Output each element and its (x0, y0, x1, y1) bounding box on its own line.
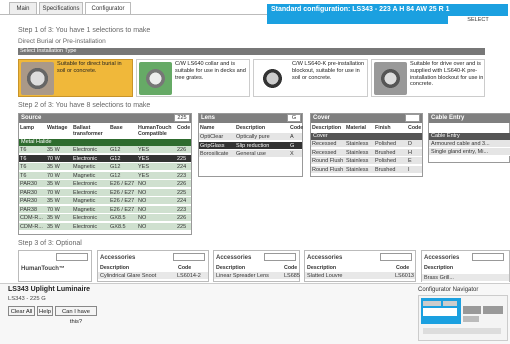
navigator-block (423, 328, 501, 334)
help-button[interactable]: Help (37, 306, 53, 316)
accessories-4-col-description: Description (424, 265, 454, 271)
accessories-4-title: Accessories (424, 255, 460, 261)
cable-entry-row[interactable]: Single gland entry, Mi... (429, 148, 510, 156)
accessories-2-col-code: Code (284, 265, 298, 271)
accessories-3-filter[interactable] (380, 253, 412, 261)
accessories-1-filter[interactable] (173, 253, 205, 261)
source-row[interactable]: CDM-R... 35 W Electronic GX8.5 NO 226 (19, 214, 191, 222)
cover-row[interactable]: Round Flush Stainless Brushed I (311, 165, 422, 174)
source-group-metal-halide: Metal Halide (19, 139, 191, 146)
accessories-2-title: Accessories (216, 255, 252, 261)
source-row[interactable]: T6 70 W Magnetic G12 YES 223 (19, 171, 191, 180)
source-row[interactable]: T6 35 W Electronic G12 YES 226 (19, 146, 191, 154)
navigator-block (463, 306, 481, 314)
col-ballast: Ballast transformer (73, 125, 103, 137)
blockout-image (256, 62, 289, 95)
cable-entry-row[interactable]: Armoured cable and 3... (429, 140, 510, 148)
configuration-banner: Standard configuration: LS343 - 223 A H … (267, 4, 508, 24)
navigator-block (423, 308, 457, 316)
cover-group: Cover (311, 133, 422, 140)
cable-entry-group: Cable Entry (429, 133, 510, 140)
install-option-blockout[interactable]: C/W LS640-K pre-installation blockout, s… (253, 59, 368, 97)
accessory-row[interactable]: Slatted Louvre LS6013 (305, 272, 415, 280)
source-row[interactable]: PAR30 70 W Electronic E26 / E27 NO 225 (19, 188, 191, 197)
tab-configurator[interactable]: Configurator (85, 2, 131, 14)
direct-burial-image (21, 62, 54, 95)
lens-filter-input[interactable]: G (287, 114, 301, 122)
lens-col-description: Description (236, 125, 266, 131)
product-code: LS343 - 225 G (8, 296, 46, 302)
cover-col-description: Description (312, 125, 342, 131)
lens-row[interactable]: GripGlass Slip reduction G (199, 141, 302, 150)
source-filter-input[interactable]: 225 (174, 114, 190, 122)
col-code: Code (177, 125, 191, 131)
cover-filter-input[interactable] (405, 114, 420, 122)
install-option-direct-burial[interactable]: Suitable for direct burial in soil or co… (18, 59, 133, 97)
lens-col-code: Code (290, 125, 304, 131)
source-panel-header: Source (19, 114, 191, 123)
source-row[interactable]: PAR38 70 W Magnetic E26 / E27 NO 223 (19, 205, 191, 214)
source-row[interactable]: T6 70 W Electronic G12 YES 225 (19, 154, 191, 163)
product-name: LS343 Uplight Luminaire (8, 286, 91, 293)
select-button[interactable]: SELECT (448, 16, 508, 24)
accessories-2-filter[interactable] (264, 253, 296, 261)
tab-main[interactable]: Main (9, 2, 37, 14)
configuration-title: Standard configuration: LS343 - 223 A H … (271, 6, 450, 13)
accessory-row[interactable]: Brass Grill... (422, 274, 509, 282)
lens-row[interactable]: Borosilicate General use X (199, 150, 302, 158)
cover-col-material: Material (346, 125, 367, 131)
clear-all-button[interactable]: Clear All (8, 306, 35, 316)
accessories-2-col-description: Description (216, 265, 246, 271)
source-row[interactable]: PAR30 35 W Electronic E26 / E27 NO 226 (19, 180, 191, 188)
step3-heading: Step 3 of 3: Optional (18, 240, 82, 247)
navigator-block (463, 316, 479, 322)
humantouch-title: HumanTouch™ (21, 266, 65, 272)
source-row[interactable]: T6 35 W Magnetic G12 YES 224 (19, 163, 191, 171)
col-humantouch: HumanTouch Compatible (138, 125, 172, 137)
source-row[interactable]: CDM-R... 35 W Electronic GX8.5 NO 225 (19, 222, 191, 231)
navigator-label: Configurator Navigator (418, 287, 479, 293)
cover-col-finish: Finish (375, 125, 391, 131)
cover-row[interactable]: Round Flush Stainless Polished E (311, 157, 422, 165)
source-row[interactable]: PAR30 35 W Magnetic E26 / E27 NO 224 (19, 197, 191, 205)
cover-row[interactable]: Recessed Stainless Polished D (311, 140, 422, 148)
accessories-3-title: Accessories (307, 255, 343, 261)
accessories-1-col-code: Code (178, 265, 192, 271)
accessories-3-col-code: Code (396, 265, 410, 271)
step1-heading: Step 1 of 3: You have 1 selections to ma… (18, 27, 151, 34)
col-lamp: Lamp (20, 125, 35, 131)
accessory-row[interactable]: Linear Spreader Lens LS685 (214, 272, 300, 280)
accessories-1-col-description: Description (100, 265, 130, 271)
col-base: Base (110, 125, 123, 131)
cable-entry-header: Cable Entry (429, 114, 510, 123)
install-option-drive-over[interactable]: Suitable for drive over and is supplied … (371, 59, 485, 97)
step2-heading: Step 2 of 3: You have 8 selections to ma… (18, 102, 151, 109)
accessory-row[interactable]: Cylindrical Glare Snoot LS6014-2 (98, 272, 208, 280)
lens-col-name: Name (200, 125, 215, 131)
step1-subheading: Direct Burial or Pre-installation (18, 38, 106, 45)
lens-row[interactable]: OptiClear Optically pure A (199, 133, 302, 141)
tab-specifications[interactable]: Specifications (39, 2, 83, 14)
humantouch-filter-input[interactable] (56, 253, 88, 261)
cover-col-code: Code (408, 125, 422, 131)
navigator-block (423, 301, 441, 306)
navigator-block (443, 301, 457, 306)
configurator-navigator[interactable] (418, 295, 508, 341)
collar-image (139, 62, 172, 95)
accessories-3-col-description: Description (307, 265, 337, 271)
can-i-have-this-button[interactable]: Can I have this? (55, 306, 97, 325)
accessories-1-title: Accessories (100, 255, 136, 261)
install-option-collar[interactable]: C/W LS640 collar and is suitable for use… (136, 59, 250, 97)
accessories-4-filter[interactable] (472, 253, 504, 261)
installation-type-header: Select Installation Type (18, 48, 485, 55)
drive-over-image (374, 62, 407, 95)
col-wattage: Wattage (47, 125, 68, 131)
navigator-block (483, 306, 503, 314)
tab-divider (0, 14, 267, 15)
cover-row[interactable]: Recessed Stainless Brushed H (311, 148, 422, 157)
